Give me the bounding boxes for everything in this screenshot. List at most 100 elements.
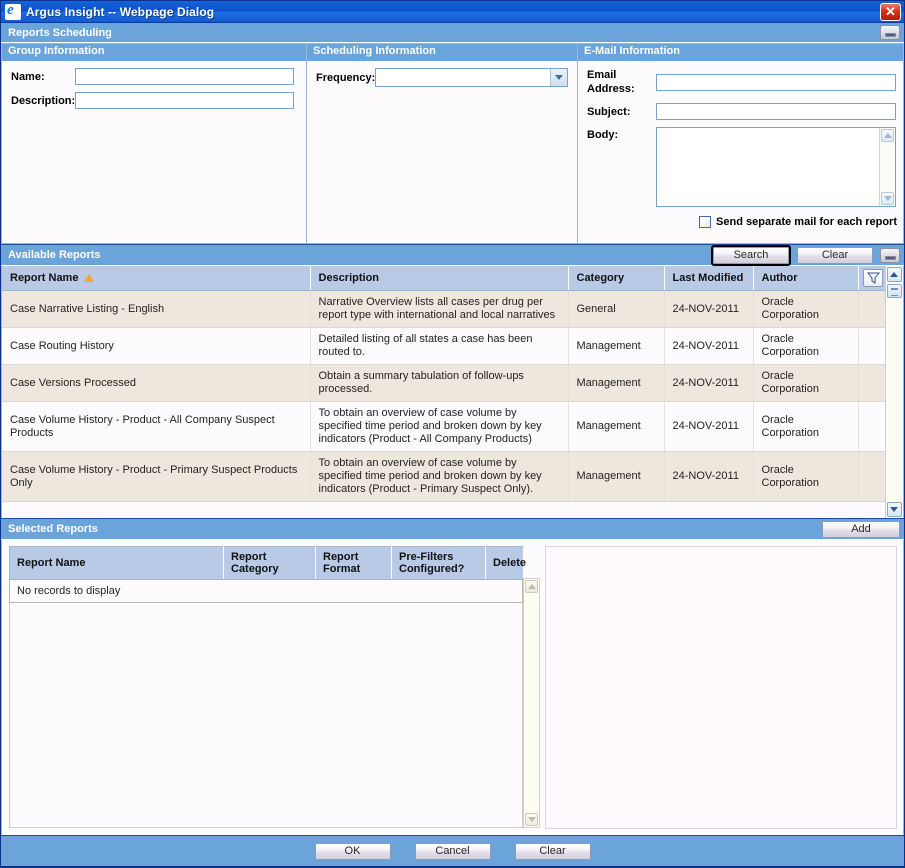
available-reports-table: Report Name Description Category Last Mo… bbox=[2, 266, 889, 502]
send-separate-checkbox[interactable] bbox=[699, 216, 712, 228]
add-button[interactable]: Add bbox=[822, 520, 900, 538]
frequency-row: Frequency: bbox=[307, 68, 577, 87]
cell-spacer bbox=[858, 327, 889, 365]
cell-report-name: Case Volume History - Product - All Comp… bbox=[2, 401, 311, 452]
scroll-down-icon[interactable] bbox=[881, 192, 894, 205]
selected-reports-area: Report Name Report Category Report Forma… bbox=[1, 540, 904, 835]
cell-report-name: Case Narrative Listing - English bbox=[2, 290, 311, 328]
table-row[interactable]: Case Routing History Detailed listing of… bbox=[2, 327, 889, 365]
scroll-up-icon[interactable] bbox=[525, 580, 538, 593]
cell-category: Management bbox=[568, 327, 665, 365]
selected-reports-grid: Report Name Report Category Report Forma… bbox=[2, 540, 542, 835]
column-header-last-modified[interactable]: Last Modified bbox=[664, 266, 754, 291]
scroll-down-icon[interactable] bbox=[887, 502, 902, 517]
cell-spacer bbox=[858, 290, 889, 328]
cell-description: Detailed listing of all states a case ha… bbox=[310, 327, 569, 365]
cell-description: To obtain an overview of case volume by … bbox=[310, 451, 569, 502]
table-row[interactable]: Case Volume History - Product - Primary … bbox=[2, 451, 889, 502]
scrollbar-thumb[interactable] bbox=[887, 284, 902, 298]
group-name-input[interactable] bbox=[75, 68, 294, 85]
frequency-select[interactable] bbox=[375, 68, 568, 87]
scroll-up-icon[interactable] bbox=[881, 129, 894, 142]
cell-author: Oracle Corporation bbox=[753, 364, 859, 402]
table-header-row: Report Name Description Category Last Mo… bbox=[2, 266, 889, 291]
scroll-down-icon[interactable] bbox=[525, 813, 538, 826]
available-reports-body: Case Narrative Listing - English Narrati… bbox=[2, 290, 889, 502]
window-title: Argus Insight -- Webpage Dialog bbox=[26, 4, 215, 19]
column-header-description[interactable]: Description bbox=[310, 266, 569, 291]
group-description-label: Description: bbox=[11, 94, 76, 107]
body-textarea[interactable] bbox=[656, 127, 896, 207]
body-scrollbar[interactable] bbox=[879, 128, 895, 206]
email-address-label: Email Address: bbox=[587, 69, 635, 95]
cell-spacer bbox=[858, 401, 889, 452]
column-header-report-name[interactable]: Report Name bbox=[9, 546, 224, 580]
cell-report-name: Case Versions Processed bbox=[2, 364, 311, 402]
selected-reports-table: Report Name Report Category Report Forma… bbox=[9, 546, 526, 580]
cell-report-name: Case Volume History - Product - Primary … bbox=[2, 451, 311, 502]
clear-search-button[interactable]: Clear bbox=[797, 246, 873, 264]
subject-input[interactable] bbox=[656, 103, 896, 120]
top-panels: Group Information Name: Description: Sch… bbox=[1, 43, 904, 244]
clear-button[interactable]: Clear bbox=[514, 842, 591, 860]
available-reports-grid: Report Name Description Category Last Mo… bbox=[1, 266, 904, 518]
title-bar: Argus Insight -- Webpage Dialog ✕ bbox=[1, 1, 904, 23]
email-address-input[interactable] bbox=[656, 73, 896, 91]
table-row[interactable]: Case Narrative Listing - English Narrati… bbox=[2, 290, 889, 328]
cell-last-modified: 24-NOV-2011 bbox=[664, 327, 754, 365]
cell-last-modified: 24-NOV-2011 bbox=[664, 451, 754, 502]
cell-spacer bbox=[858, 364, 889, 402]
group-description-row: Description: bbox=[2, 92, 306, 109]
group-information-title: Group Information bbox=[2, 44, 306, 61]
column-header-category[interactable]: Category bbox=[568, 266, 665, 291]
frequency-label: Frequency: bbox=[316, 71, 376, 84]
send-separate-row: Send separate mail for each report bbox=[578, 216, 903, 228]
column-header-delete[interactable]: Delete bbox=[485, 546, 526, 580]
cell-author: Oracle Corporation bbox=[753, 327, 859, 365]
column-header-report-format[interactable]: Report Format bbox=[315, 546, 392, 580]
page-title: Reports Scheduling bbox=[8, 26, 112, 39]
scroll-up-icon[interactable] bbox=[887, 267, 902, 282]
dialog-footer: OK Cancel Clear bbox=[1, 835, 904, 866]
column-header-report-category[interactable]: Report Category bbox=[223, 546, 316, 580]
cell-author: Oracle Corporation bbox=[753, 401, 859, 452]
cell-spacer bbox=[858, 451, 889, 502]
export-icon[interactable] bbox=[880, 25, 900, 40]
subject-row: Subject: bbox=[578, 103, 903, 120]
cell-author: Oracle Corporation bbox=[753, 451, 859, 502]
available-reports-scrollbar[interactable] bbox=[885, 266, 903, 518]
filter-icon[interactable] bbox=[863, 269, 883, 287]
body-label: Body: bbox=[587, 129, 619, 141]
subject-label: Subject: bbox=[587, 105, 631, 118]
selected-reports-scrollbar[interactable] bbox=[523, 578, 540, 828]
cancel-button[interactable]: Cancel bbox=[414, 842, 491, 860]
cell-last-modified: 24-NOV-2011 bbox=[664, 364, 754, 402]
cell-last-modified: 24-NOV-2011 bbox=[664, 290, 754, 328]
cell-category: Management bbox=[568, 451, 665, 502]
cell-category: Management bbox=[568, 401, 665, 452]
sort-ascending-icon bbox=[84, 274, 95, 282]
cell-report-name: Case Routing History bbox=[2, 327, 311, 365]
available-reports-band: Available Reports Search Clear bbox=[1, 244, 904, 266]
column-header-pre-filters[interactable]: Pre-Filters Configured? bbox=[391, 546, 486, 580]
close-icon[interactable]: ✕ bbox=[880, 2, 901, 21]
chevron-down-icon[interactable] bbox=[550, 69, 567, 86]
no-records-message: No records to display bbox=[9, 580, 523, 603]
column-label: Report Name bbox=[10, 272, 79, 284]
cell-author: Oracle Corporation bbox=[753, 290, 859, 328]
ok-button[interactable]: OK bbox=[314, 842, 391, 860]
search-button[interactable]: Search bbox=[711, 244, 791, 266]
column-header-author[interactable]: Author bbox=[753, 266, 859, 291]
export-icon[interactable] bbox=[880, 247, 900, 263]
table-row[interactable]: Case Versions Processed Obtain a summary… bbox=[2, 364, 889, 402]
scheduling-information-panel: Scheduling Information Frequency: bbox=[307, 43, 578, 244]
email-information-panel: E-Mail Information Email Address: Subjec… bbox=[578, 43, 904, 244]
column-header-report-name[interactable]: Report Name bbox=[2, 266, 311, 291]
group-description-input[interactable] bbox=[75, 92, 294, 109]
send-separate-label: Send separate mail for each report bbox=[716, 216, 897, 228]
cell-last-modified: 24-NOV-2011 bbox=[664, 401, 754, 452]
cell-category: General bbox=[568, 290, 665, 328]
cell-category: Management bbox=[568, 364, 665, 402]
internet-explorer-icon bbox=[5, 3, 21, 20]
table-row[interactable]: Case Volume History - Product - All Comp… bbox=[2, 401, 889, 452]
